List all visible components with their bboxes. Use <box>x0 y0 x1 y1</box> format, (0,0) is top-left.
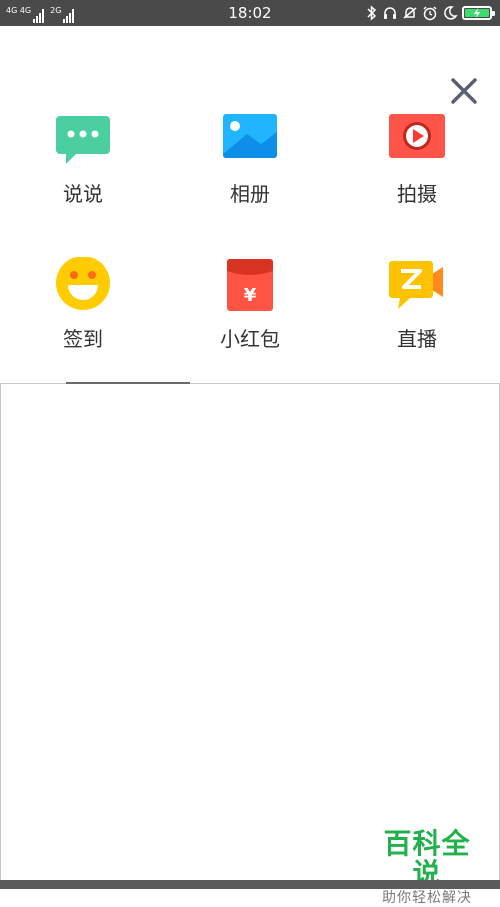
post-status-button[interactable]: 说说 <box>18 112 148 206</box>
check-in-label: 签到 <box>63 327 103 351</box>
photo-album-button[interactable]: 相册 <box>185 112 315 206</box>
red-envelope-icon: ¥ <box>227 259 273 311</box>
alarm-icon <box>423 6 437 21</box>
shoot-button[interactable]: 拍摄 <box>352 112 482 206</box>
status-icons <box>366 4 495 22</box>
live-broadcast-label: 直播 <box>397 327 437 351</box>
chat-bubble-icon <box>56 116 110 164</box>
status-bar: 4G 4G 2G 18:02 <box>0 0 500 26</box>
close-icon <box>451 78 477 104</box>
shoot-label: 拍摄 <box>397 182 437 206</box>
red-envelope-button[interactable]: ¥ 小红包 <box>185 257 315 351</box>
watermark-logo: 百科全说 助你轻松解决 <box>370 829 484 907</box>
close-button[interactable] <box>447 74 481 108</box>
photo-album-icon <box>223 114 277 158</box>
live-broadcast-button[interactable]: 直播 <box>352 257 482 351</box>
video-camera-icon <box>389 114 445 158</box>
post-status-label: 说说 <box>63 182 103 206</box>
photo-album-label: 相册 <box>230 182 270 206</box>
battery-icon <box>462 6 495 20</box>
watermark-subtitle: 助你轻松解决 <box>382 890 472 906</box>
svg-text:¥: ¥ <box>244 285 257 306</box>
moon-icon <box>444 6 458 20</box>
action-grid: 说说 相册 拍摄 签到 ¥ 小红包 直播 <box>0 112 500 372</box>
content-area <box>0 384 500 880</box>
live-broadcast-icon <box>389 261 443 309</box>
check-in-button[interactable]: 签到 <box>18 257 148 351</box>
bluetooth-icon <box>367 5 377 21</box>
mute-bell-icon <box>403 7 417 19</box>
bottom-bar <box>0 880 500 889</box>
smiley-face-icon <box>56 257 110 310</box>
headset-icon <box>384 7 396 19</box>
red-envelope-label: 小红包 <box>220 327 280 351</box>
